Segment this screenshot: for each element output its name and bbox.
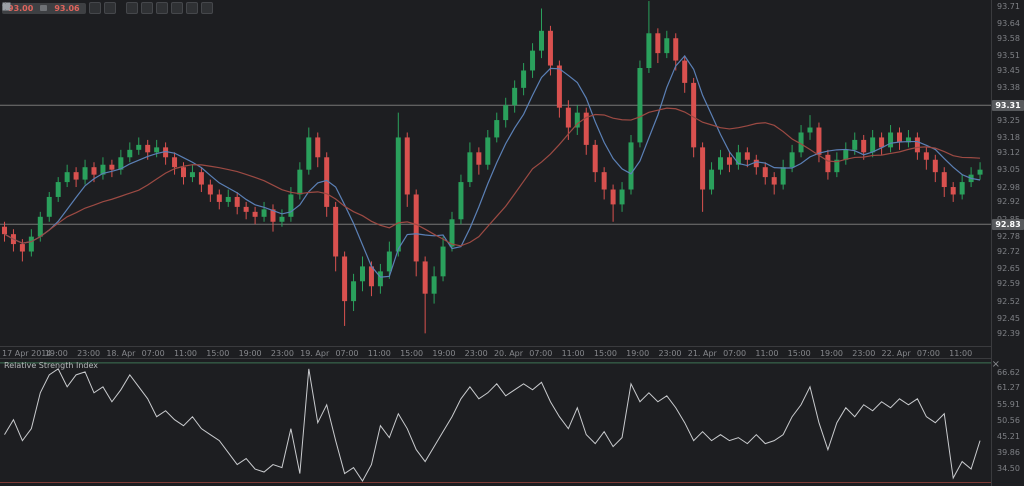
grid-button[interactable] (156, 2, 168, 14)
time-axis-label: 11:00 (949, 349, 972, 358)
time-axis-label: 19. Apr (300, 349, 329, 358)
time-axis-label: 19:00 (239, 349, 262, 358)
price-level-tag[interactable]: 92.83 (992, 219, 1024, 230)
rsi-axis-label: 55.91 (992, 400, 1024, 409)
chart-toolbar: 93.00 93.06 (2, 2, 213, 14)
ask-price[interactable]: 93.06 (54, 3, 79, 14)
time-axis-label: 19:00 (626, 349, 649, 358)
time-axis-label: 22. Apr (882, 349, 911, 358)
price-axis-label: 93.25 (992, 116, 1024, 125)
price-axis-label: 93.12 (992, 148, 1024, 157)
time-axis-label: 23:00 (852, 349, 875, 358)
price-axis-label: 92.92 (992, 197, 1024, 206)
rsi-line[interactable] (5, 369, 981, 481)
time-axis-label: 19:00 (820, 349, 843, 358)
time-axis-label: 07:00 (335, 349, 358, 358)
price-axis-label: 93.51 (992, 51, 1024, 60)
time-axis-label: 07:00 (529, 349, 552, 358)
rsi-axis-label: 50.56 (992, 416, 1024, 425)
quote-widget[interactable]: 93.00 93.06 (2, 3, 86, 14)
time-axis-label: 11:00 (368, 349, 391, 358)
rsi-axis-label: 45.21 (992, 432, 1024, 441)
rsi-axis-label: 39.86 (992, 448, 1024, 457)
price-axis-label: 92.65 (992, 264, 1024, 273)
rsi-pane[interactable]: Relative Strength Index (0, 358, 991, 486)
time-axis-label: 15:00 (788, 349, 811, 358)
price-axis-label: 93.58 (992, 34, 1024, 43)
price-axis-label: 93.71 (992, 2, 1024, 11)
price-axis-label: 92.78 (992, 232, 1024, 241)
price-axis[interactable]: 93.71 93.64 93.58 93.51 93.45 93.38 93.31 93.25… (991, 0, 1024, 486)
spread-indicator-icon (40, 5, 47, 11)
trading-chart-window: 17 Apr 201419:0023:0018. Apr07:0011:0015… (0, 0, 1024, 486)
time-axis-label: 23:00 (465, 349, 488, 358)
rsi-axis-label: 61.27 (992, 383, 1024, 392)
time-axis-label: 21. Apr (688, 349, 717, 358)
price-level-tag[interactable]: 93.31 (992, 100, 1024, 111)
price-chart-pane[interactable] (0, 0, 991, 346)
rsi-chart[interactable] (0, 359, 991, 486)
time-axis-label: 07:00 (917, 349, 940, 358)
time-axis-label: 15:00 (206, 349, 229, 358)
price-axis-label: 92.45 (992, 314, 1024, 323)
zoom-in-button[interactable] (89, 2, 101, 14)
share-button[interactable] (186, 2, 198, 14)
time-axis-label: 20. Apr (494, 349, 523, 358)
time-axis-label: 15:00 (400, 349, 423, 358)
price-axis-label: 93.18 (992, 133, 1024, 142)
candlestick-chart[interactable] (0, 0, 991, 346)
time-axis-label: 18. Apr (106, 349, 135, 358)
price-axis-label: 92.59 (992, 279, 1024, 288)
time-axis-label: 23:00 (271, 349, 294, 358)
price-axis-label: 93.64 (992, 19, 1024, 28)
slow-ma-line[interactable] (5, 108, 981, 246)
time-axis-label: 11:00 (562, 349, 585, 358)
rsi-title: Relative Strength Index (4, 361, 98, 370)
price-axis-label: 93.45 (992, 66, 1024, 75)
draw-button[interactable] (201, 2, 213, 14)
price-axis-label: 92.39 (992, 329, 1024, 338)
time-axis-label: 15:00 (594, 349, 617, 358)
time-axis-label: 11:00 (755, 349, 778, 358)
time-axis-label: 19:00 (45, 349, 68, 358)
rsi-axis-label: 34.50 (992, 464, 1024, 473)
time-axis-label: 11:00 (174, 349, 197, 358)
price-axis-label: 92.52 (992, 297, 1024, 306)
price-axis-label: 92.72 (992, 247, 1024, 256)
time-axis-label: 23:00 (658, 349, 681, 358)
time-axis-label: 07:00 (142, 349, 165, 358)
pencil-icon (2, 2, 11, 11)
zoom-out-button[interactable] (104, 2, 116, 14)
bid-price[interactable]: 93.00 (8, 3, 33, 14)
time-axis-label: 07:00 (723, 349, 746, 358)
price-axis-label: 92.98 (992, 183, 1024, 192)
candles-layer (2, 1, 983, 333)
rsi-close-icon[interactable]: × (992, 360, 1000, 370)
time-axis-label: 23:00 (77, 349, 100, 358)
crosshair-button[interactable] (126, 2, 138, 14)
chart-type-button[interactable] (141, 2, 153, 14)
tag-button[interactable] (171, 2, 183, 14)
price-axis-label: 93.38 (992, 83, 1024, 92)
time-axis-label: 19:00 (432, 349, 455, 358)
fast-ma-line[interactable] (5, 56, 981, 277)
price-axis-label: 93.05 (992, 165, 1024, 174)
